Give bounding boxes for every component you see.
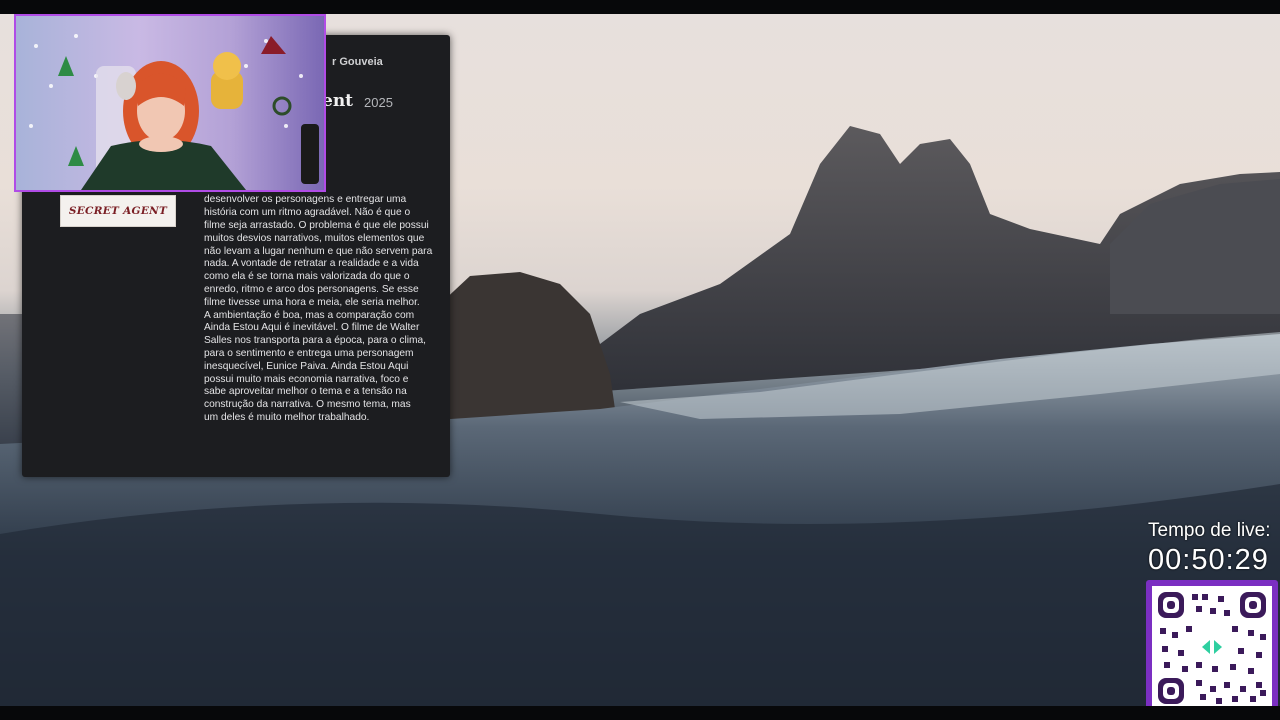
movie-title: ent [322, 91, 354, 111]
webcam-overlay [14, 14, 326, 192]
review-line: A ambientação é boa, mas a comparação co… [204, 309, 415, 321]
review-line: inesquecível, Eunice Paiva. Ainda Estou … [204, 360, 409, 372]
review-line: desenvolver os personagens e entregar um… [204, 194, 407, 206]
qr-code [1146, 580, 1278, 716]
movie-poster: SECRET AGENT [60, 195, 176, 227]
review-line: Salles nos transporta para a época, para… [204, 335, 426, 347]
review-line: nada. A vontade de retratar a realidade … [204, 258, 419, 270]
review-line: não levam a lugar nenhum e que não serve… [204, 245, 433, 257]
review-line: construção da narrativa. O mesmo tema, m… [204, 399, 411, 411]
review-line: um deles é muito melhor trabalhado. [204, 411, 370, 423]
review-line: como ela é se torna mais valorizada do q… [204, 271, 410, 283]
stream-time-value: 00:50:29 [1148, 544, 1269, 576]
review-line: enredo, ritmo e arco dos personagens. Se… [204, 283, 419, 295]
bottom-letterbox [0, 706, 1280, 720]
review-line: filme seja arrastado. O problema é que e… [204, 219, 429, 231]
review-line: possui muito mais economia narrativa, fo… [204, 373, 409, 385]
stream-time-label: Tempo de live: [1148, 520, 1271, 541]
qr-code-body [1152, 586, 1272, 710]
review-author: r Gouveia [332, 56, 383, 68]
movie-year: 2025 [364, 95, 393, 110]
review-line: muitos desvios narrativos, muitos elemen… [204, 232, 425, 244]
review-line: Ainda Estou Aqui é inevitável. O filme d… [204, 322, 420, 334]
review-line: para o sentimento e entrega uma personag… [204, 347, 414, 359]
poster-title: SECRET AGENT [68, 205, 168, 217]
review-line: história com um ritmo agradável. Não é q… [204, 207, 411, 219]
streamer-webcam-image [29, 34, 319, 190]
review-text: r ator do Brasil e, para a, sempre. Mas … [204, 156, 448, 425]
top-letterbox [0, 0, 1280, 14]
review-line: sabe aproveitar melhor o tema e a tensão… [204, 386, 407, 398]
review-line: filme tivesse uma hora e meia, ele seria… [204, 296, 420, 308]
qr-pattern-icon [1158, 592, 1266, 704]
